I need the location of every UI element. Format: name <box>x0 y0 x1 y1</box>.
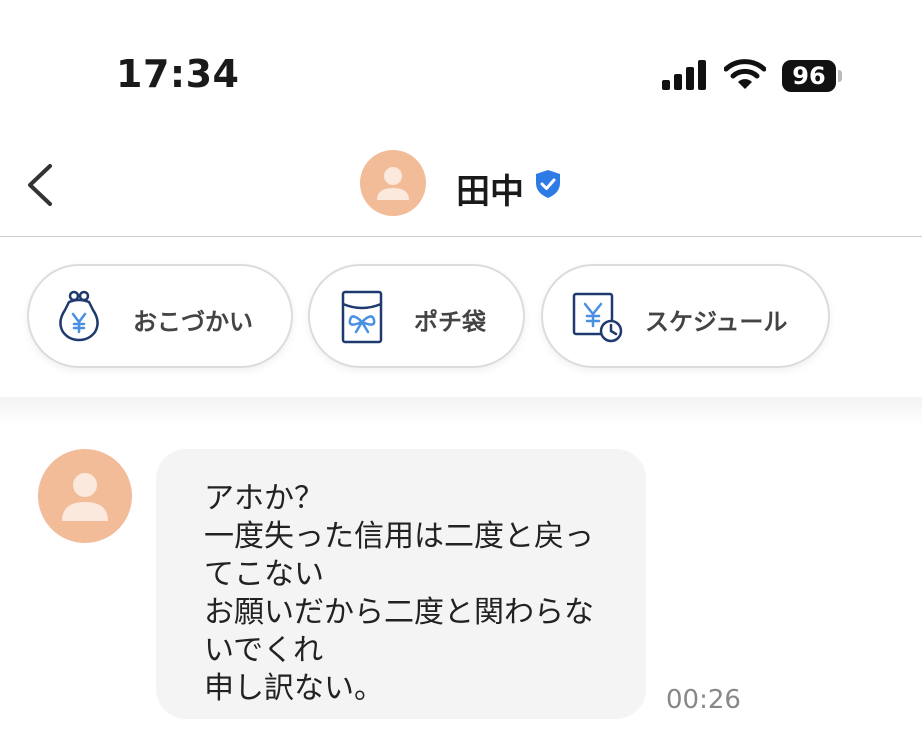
contact-name: 田中 <box>456 172 524 212</box>
chat-area[interactable]: アホか？ 一度失った信用は二度と戻っ てこない お願いだから二度と関わらな いで… <box>0 397 922 745</box>
gift-envelope-button[interactable]: ポチ袋 <box>308 264 525 368</box>
cellular-signal-icon <box>662 60 706 90</box>
avatar-person-icon <box>377 167 409 200</box>
back-chevron-icon <box>28 164 52 206</box>
message-avatar[interactable] <box>38 449 132 543</box>
schedule-label: スケジュール <box>645 308 788 336</box>
battery-tip <box>838 70 842 82</box>
gift-envelope-label: ポチ袋 <box>414 308 486 336</box>
action-bar: おこづかい ポチ袋 スケジュール <box>0 237 922 397</box>
battery-indicator: 96 <box>782 60 842 92</box>
avatar-person-icon <box>62 473 108 521</box>
verified-shield-icon <box>536 170 560 198</box>
wifi-icon <box>724 59 766 89</box>
battery-level: 96 <box>782 60 836 92</box>
allowance-button[interactable]: おこづかい <box>27 264 293 368</box>
allowance-label: おこづかい <box>133 308 253 336</box>
message-bubble[interactable]: アホか？ 一度失った信用は二度と戻っ てこない お願いだから二度と関わらな いで… <box>156 449 646 719</box>
message-timestamp: 00:26 <box>666 685 741 715</box>
avatar[interactable] <box>360 150 426 216</box>
status-bar: 17:34 96 <box>0 0 922 130</box>
purse-yen-icon <box>59 290 99 342</box>
gift-envelope-icon <box>341 290 383 344</box>
message-text-line: 申し訳ない。 <box>204 671 384 706</box>
back-button[interactable] <box>20 160 60 210</box>
status-time: 17:34 <box>116 52 240 96</box>
chat-header: 田中 <box>0 130 922 237</box>
schedule-button[interactable]: スケジュール <box>541 264 830 368</box>
calendar-yen-clock-icon <box>572 292 623 343</box>
